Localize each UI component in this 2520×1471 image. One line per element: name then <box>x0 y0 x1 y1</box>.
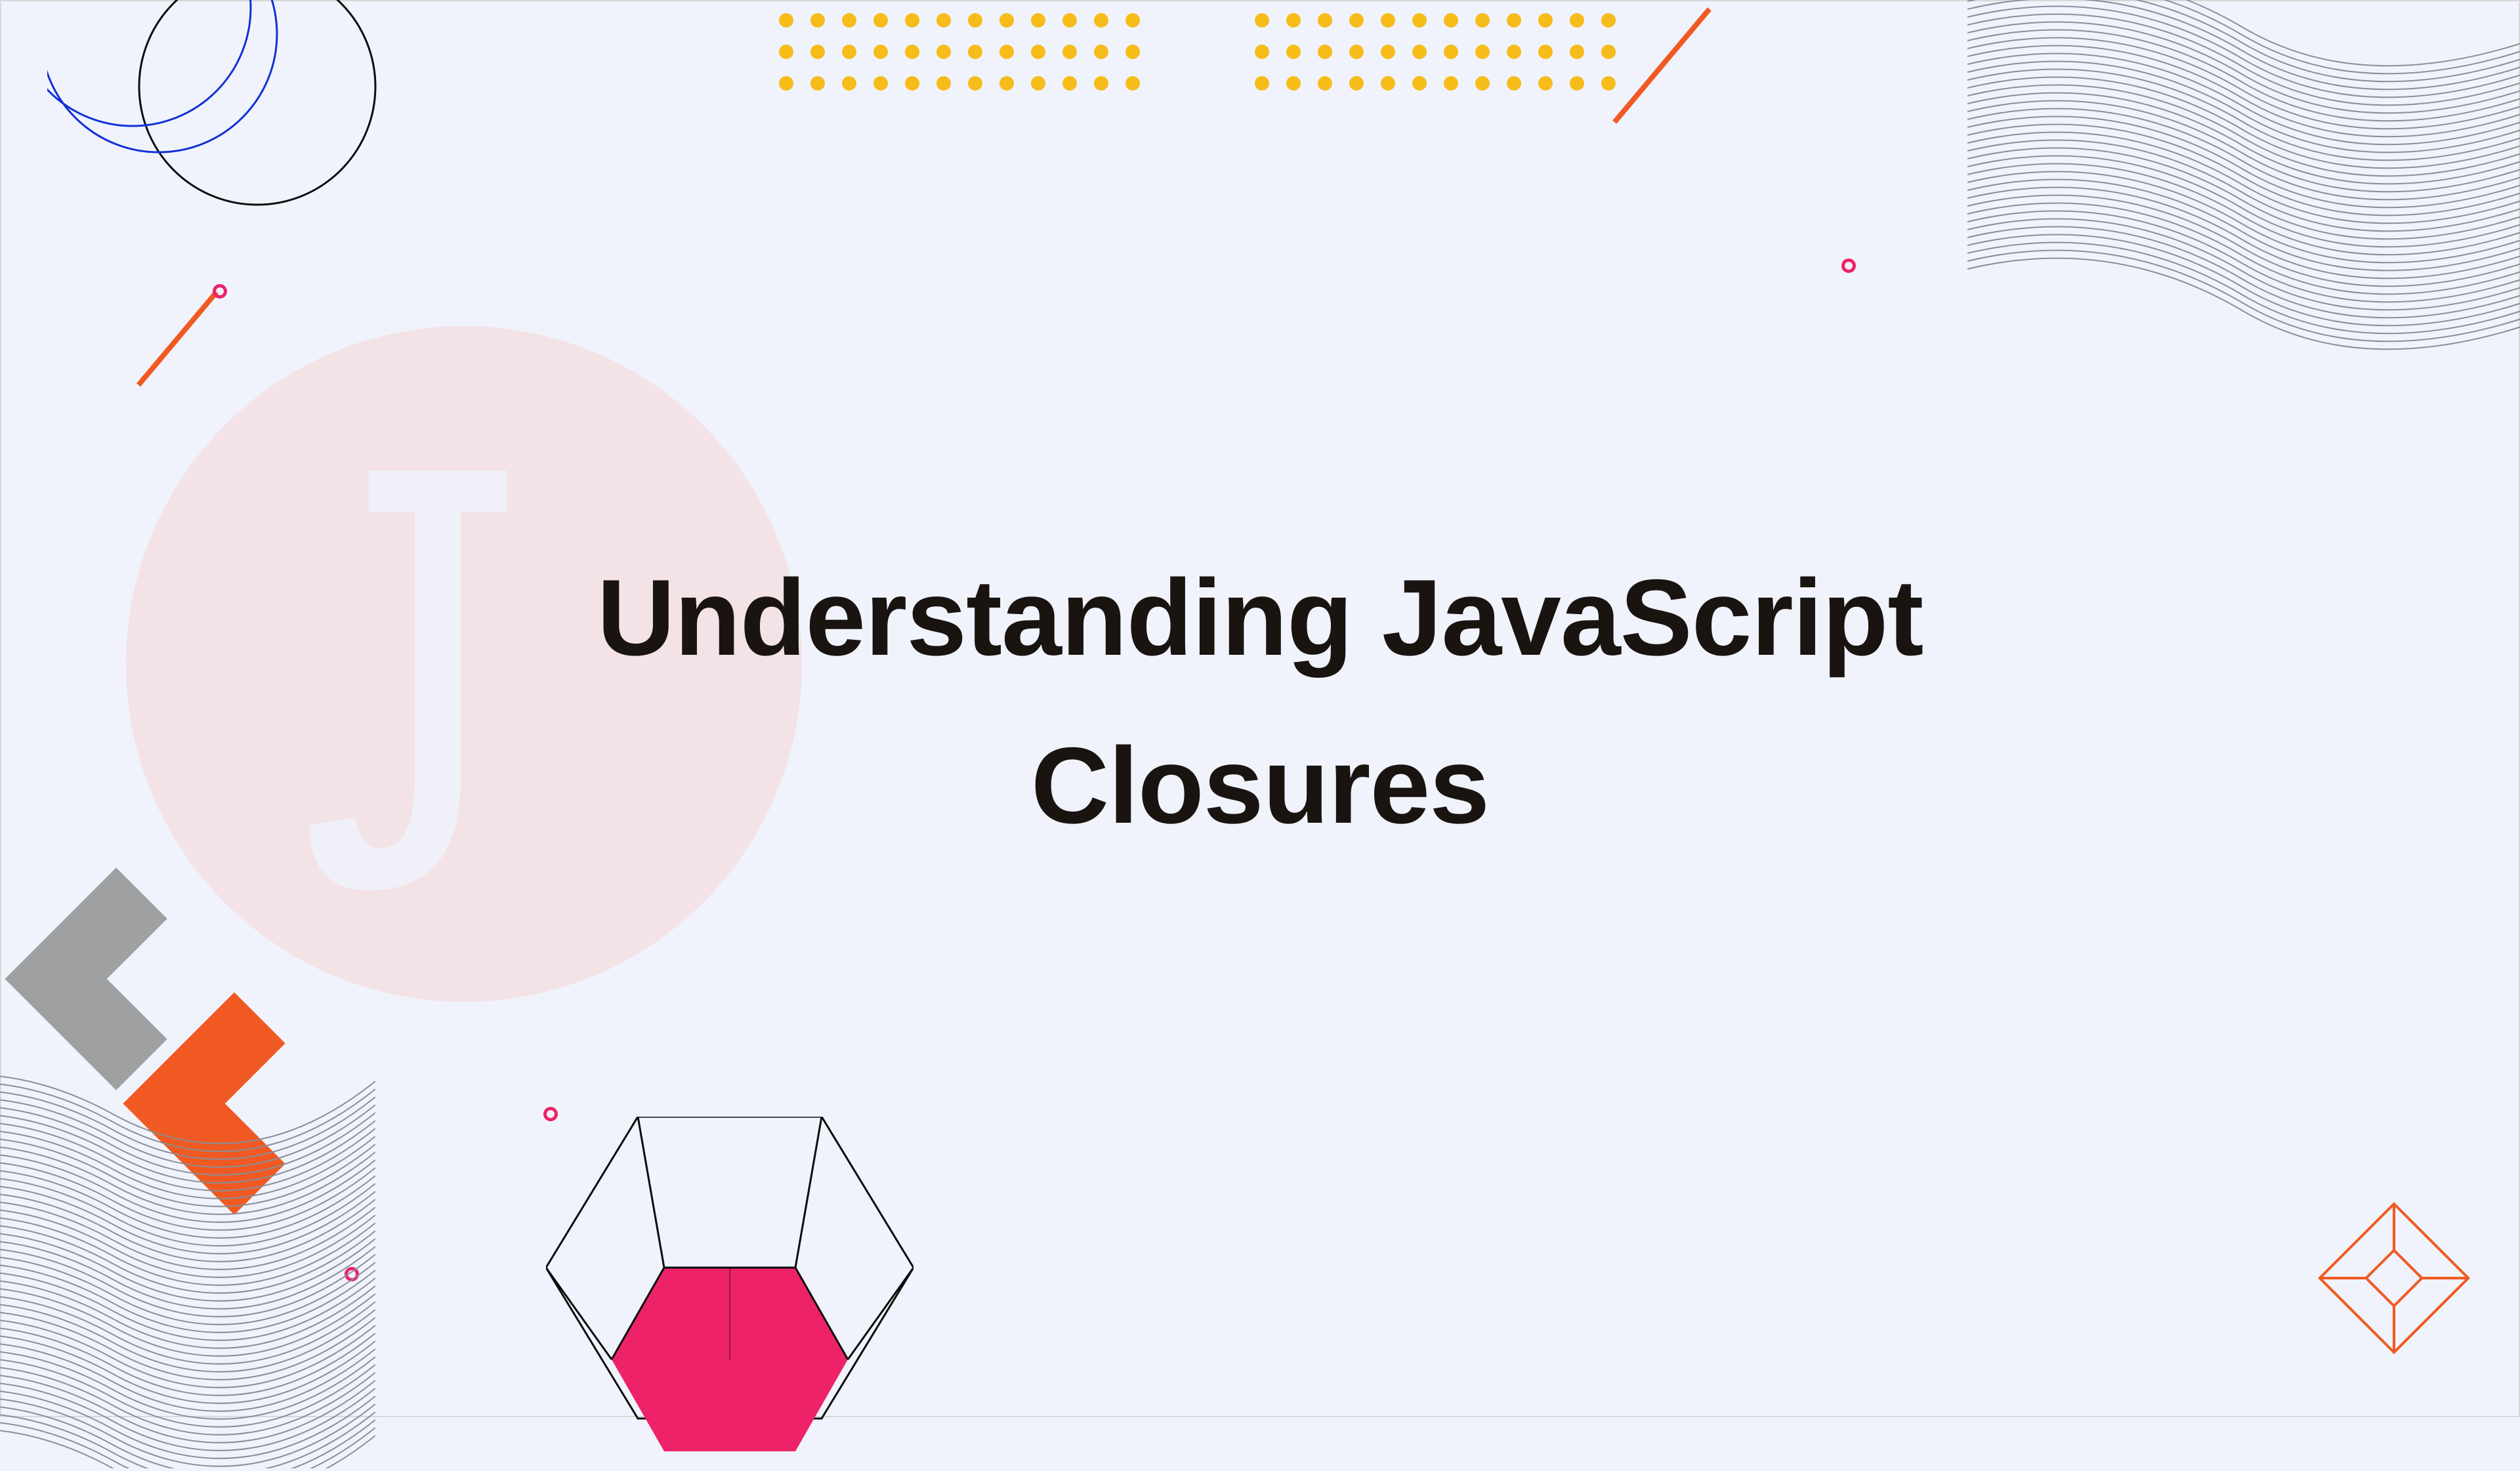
wave-lines-bl <box>0 1062 375 1468</box>
circles-decoration <box>47 0 415 264</box>
hexagon-3d-decoration <box>546 1117 914 1471</box>
slide-container: Understanding JavaScript Closures <box>0 0 2520 1417</box>
dot-grid-decoration <box>779 0 1616 91</box>
orange-line-decoration <box>1612 7 1712 124</box>
orange-line-decoration <box>136 291 219 387</box>
ring-decoration <box>213 284 227 299</box>
wave-lines-tr <box>1967 0 2520 388</box>
ring-decoration <box>1841 259 1856 273</box>
rhombus-decoration <box>2289 1173 2499 1383</box>
slide-title: Understanding JavaScript Closures <box>407 534 2113 870</box>
